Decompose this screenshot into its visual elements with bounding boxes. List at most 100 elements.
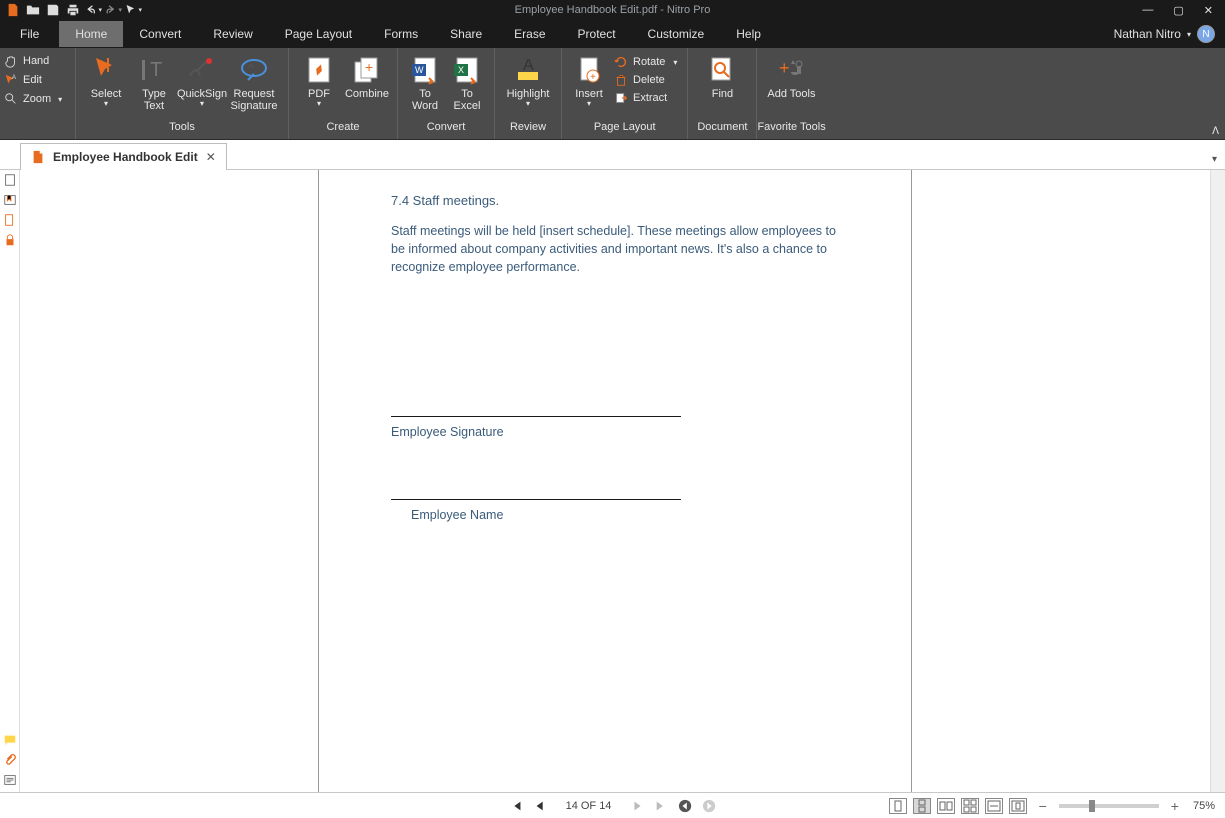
insert-icon: + bbox=[573, 54, 605, 86]
ribbon: Hand AEdit Zoom▾ Select▾ T Type Text Qui… bbox=[0, 48, 1225, 140]
zoom-tool[interactable]: Zoom▾ bbox=[4, 92, 71, 106]
minimize-icon[interactable]: — bbox=[1142, 4, 1153, 17]
tab-customize[interactable]: Customize bbox=[632, 21, 721, 47]
tab-page-layout[interactable]: Page Layout bbox=[269, 21, 368, 47]
cursor-select-icon[interactable]: ▾ bbox=[124, 1, 142, 19]
to-excel-button[interactable]: X To Excel bbox=[446, 52, 488, 114]
ribbon-group-document: Find Document bbox=[688, 48, 757, 139]
user-name: Nathan Nitro bbox=[1114, 27, 1181, 41]
tab-share[interactable]: Share bbox=[434, 21, 498, 47]
insert-button[interactable]: + Insert▾ bbox=[568, 52, 610, 110]
left-panel-rail-bottom bbox=[0, 732, 20, 792]
print-icon[interactable] bbox=[64, 1, 82, 19]
pages-panel-icon[interactable] bbox=[2, 172, 18, 188]
excel-icon: X bbox=[451, 54, 483, 86]
word-icon: W bbox=[409, 54, 441, 86]
comments-panel-icon[interactable] bbox=[2, 732, 18, 748]
ribbon-group-convert: W To Word X To Excel Convert bbox=[398, 48, 495, 139]
page-indicator: 14 OF 14 bbox=[566, 800, 612, 812]
view-facing-icon[interactable] bbox=[937, 798, 955, 814]
view-fit-page-icon[interactable] bbox=[1009, 798, 1027, 814]
ribbon-tabs: File Home Convert Review Page Layout For… bbox=[0, 20, 1225, 48]
type-text-icon: T bbox=[138, 54, 170, 86]
ribbon-group-favorite: + Add Tools Favorite Tools bbox=[757, 48, 825, 139]
select-icon bbox=[90, 54, 122, 86]
document-page: 7.4 Staff meetings. Staff meetings will … bbox=[318, 170, 912, 792]
tab-forms[interactable]: Forms bbox=[368, 21, 434, 47]
signatures-panel-icon[interactable] bbox=[2, 212, 18, 228]
zoom-in-icon[interactable]: + bbox=[1171, 798, 1179, 814]
tab-file[interactable]: File bbox=[0, 21, 59, 47]
open-icon[interactable] bbox=[24, 1, 42, 19]
select-button[interactable]: Select▾ bbox=[82, 52, 130, 110]
svg-text:W: W bbox=[415, 65, 424, 75]
first-page-icon[interactable] bbox=[508, 798, 524, 814]
signature-label-2: Employee Name bbox=[411, 508, 839, 522]
attachments-panel-icon[interactable] bbox=[2, 752, 18, 768]
zoom-slider[interactable] bbox=[1059, 804, 1159, 808]
close-icon[interactable]: ✕ bbox=[1204, 4, 1213, 17]
delete-button[interactable]: Delete bbox=[610, 72, 681, 88]
hand-tool[interactable]: Hand bbox=[4, 54, 71, 68]
bookmarks-panel-icon[interactable] bbox=[2, 192, 18, 208]
status-bar: 14 OF 14 − + 75% bbox=[0, 792, 1225, 818]
view-facing-continuous-icon[interactable] bbox=[961, 798, 979, 814]
svg-text:+: + bbox=[779, 58, 790, 78]
pdf-file-icon bbox=[31, 150, 45, 164]
add-tools-button[interactable]: + Add Tools bbox=[763, 52, 819, 102]
vertical-scrollbar[interactable] bbox=[1210, 170, 1225, 792]
rotate-button[interactable]: Rotate▾ bbox=[610, 54, 681, 70]
app-icon bbox=[4, 1, 22, 19]
pdf-button[interactable]: PDF▾ bbox=[295, 52, 343, 110]
find-button[interactable]: Find bbox=[694, 52, 750, 102]
security-panel-icon[interactable] bbox=[2, 232, 18, 248]
highlight-button[interactable]: A Highlight▾ bbox=[501, 52, 555, 110]
svg-text:A: A bbox=[12, 74, 17, 81]
prev-page-icon[interactable] bbox=[532, 798, 548, 814]
view-fit-width-icon[interactable] bbox=[985, 798, 1003, 814]
tab-help[interactable]: Help bbox=[720, 21, 777, 47]
output-panel-icon[interactable] bbox=[2, 772, 18, 788]
quicksign-button[interactable]: QuickSign▾ bbox=[178, 52, 226, 110]
ribbon-collapse-icon[interactable]: ᐱ bbox=[1212, 126, 1219, 137]
tab-erase[interactable]: Erase bbox=[498, 21, 561, 47]
svg-text:A: A bbox=[523, 57, 534, 74]
undo-icon[interactable]: ▾ bbox=[84, 1, 102, 19]
combine-button[interactable]: + Combine bbox=[343, 52, 391, 102]
extract-button[interactable]: Extract bbox=[610, 90, 681, 106]
close-tab-icon[interactable]: ✕ bbox=[206, 150, 216, 164]
last-page-icon[interactable] bbox=[653, 798, 669, 814]
group-label-create: Create bbox=[289, 121, 397, 139]
document-tab[interactable]: Employee Handbook Edit ✕ bbox=[20, 143, 227, 170]
status-bar-right: − + 75% bbox=[879, 798, 1225, 814]
next-page-icon[interactable] bbox=[629, 798, 645, 814]
request-signature-icon bbox=[238, 54, 270, 86]
next-view-icon[interactable] bbox=[701, 798, 717, 814]
maximize-icon[interactable]: ▢ bbox=[1173, 4, 1183, 17]
svg-text:X: X bbox=[458, 65, 464, 75]
save-icon[interactable] bbox=[44, 1, 62, 19]
ribbon-group-create: PDF▾ + Combine Create bbox=[289, 48, 398, 139]
tab-review[interactable]: Review bbox=[197, 21, 268, 47]
tab-convert[interactable]: Convert bbox=[123, 21, 197, 47]
view-continuous-icon[interactable] bbox=[913, 798, 931, 814]
tab-protect[interactable]: Protect bbox=[562, 21, 632, 47]
ribbon-view-modes: Hand AEdit Zoom▾ bbox=[0, 48, 76, 139]
user-menu[interactable]: Nathan Nitro ▾ N bbox=[1104, 25, 1225, 43]
type-text-button[interactable]: T Type Text bbox=[130, 52, 178, 114]
to-word-button[interactable]: W To Word bbox=[404, 52, 446, 114]
redo-icon[interactable]: ▾ bbox=[104, 1, 122, 19]
ribbon-group-tools: Select▾ T Type Text QuickSign▾ Request S… bbox=[76, 48, 289, 139]
document-viewport[interactable]: 7.4 Staff meetings. Staff meetings will … bbox=[20, 170, 1210, 792]
zoom-out-icon[interactable]: − bbox=[1039, 798, 1047, 814]
zoom-level[interactable]: 75% bbox=[1193, 800, 1215, 812]
doc-heading: 7.4 Staff meetings. bbox=[391, 193, 839, 208]
ribbon-group-page-layout: + Insert▾ Rotate▾ Delete Extract Page La… bbox=[562, 48, 688, 139]
request-signature-button[interactable]: Request Signature bbox=[226, 52, 282, 114]
tab-home[interactable]: Home bbox=[59, 21, 123, 47]
group-label-convert: Convert bbox=[398, 121, 494, 139]
view-single-icon[interactable] bbox=[889, 798, 907, 814]
edit-tool[interactable]: AEdit bbox=[4, 73, 71, 87]
prev-view-icon[interactable] bbox=[677, 798, 693, 814]
tab-overflow-icon[interactable]: ▾ bbox=[1204, 150, 1225, 169]
